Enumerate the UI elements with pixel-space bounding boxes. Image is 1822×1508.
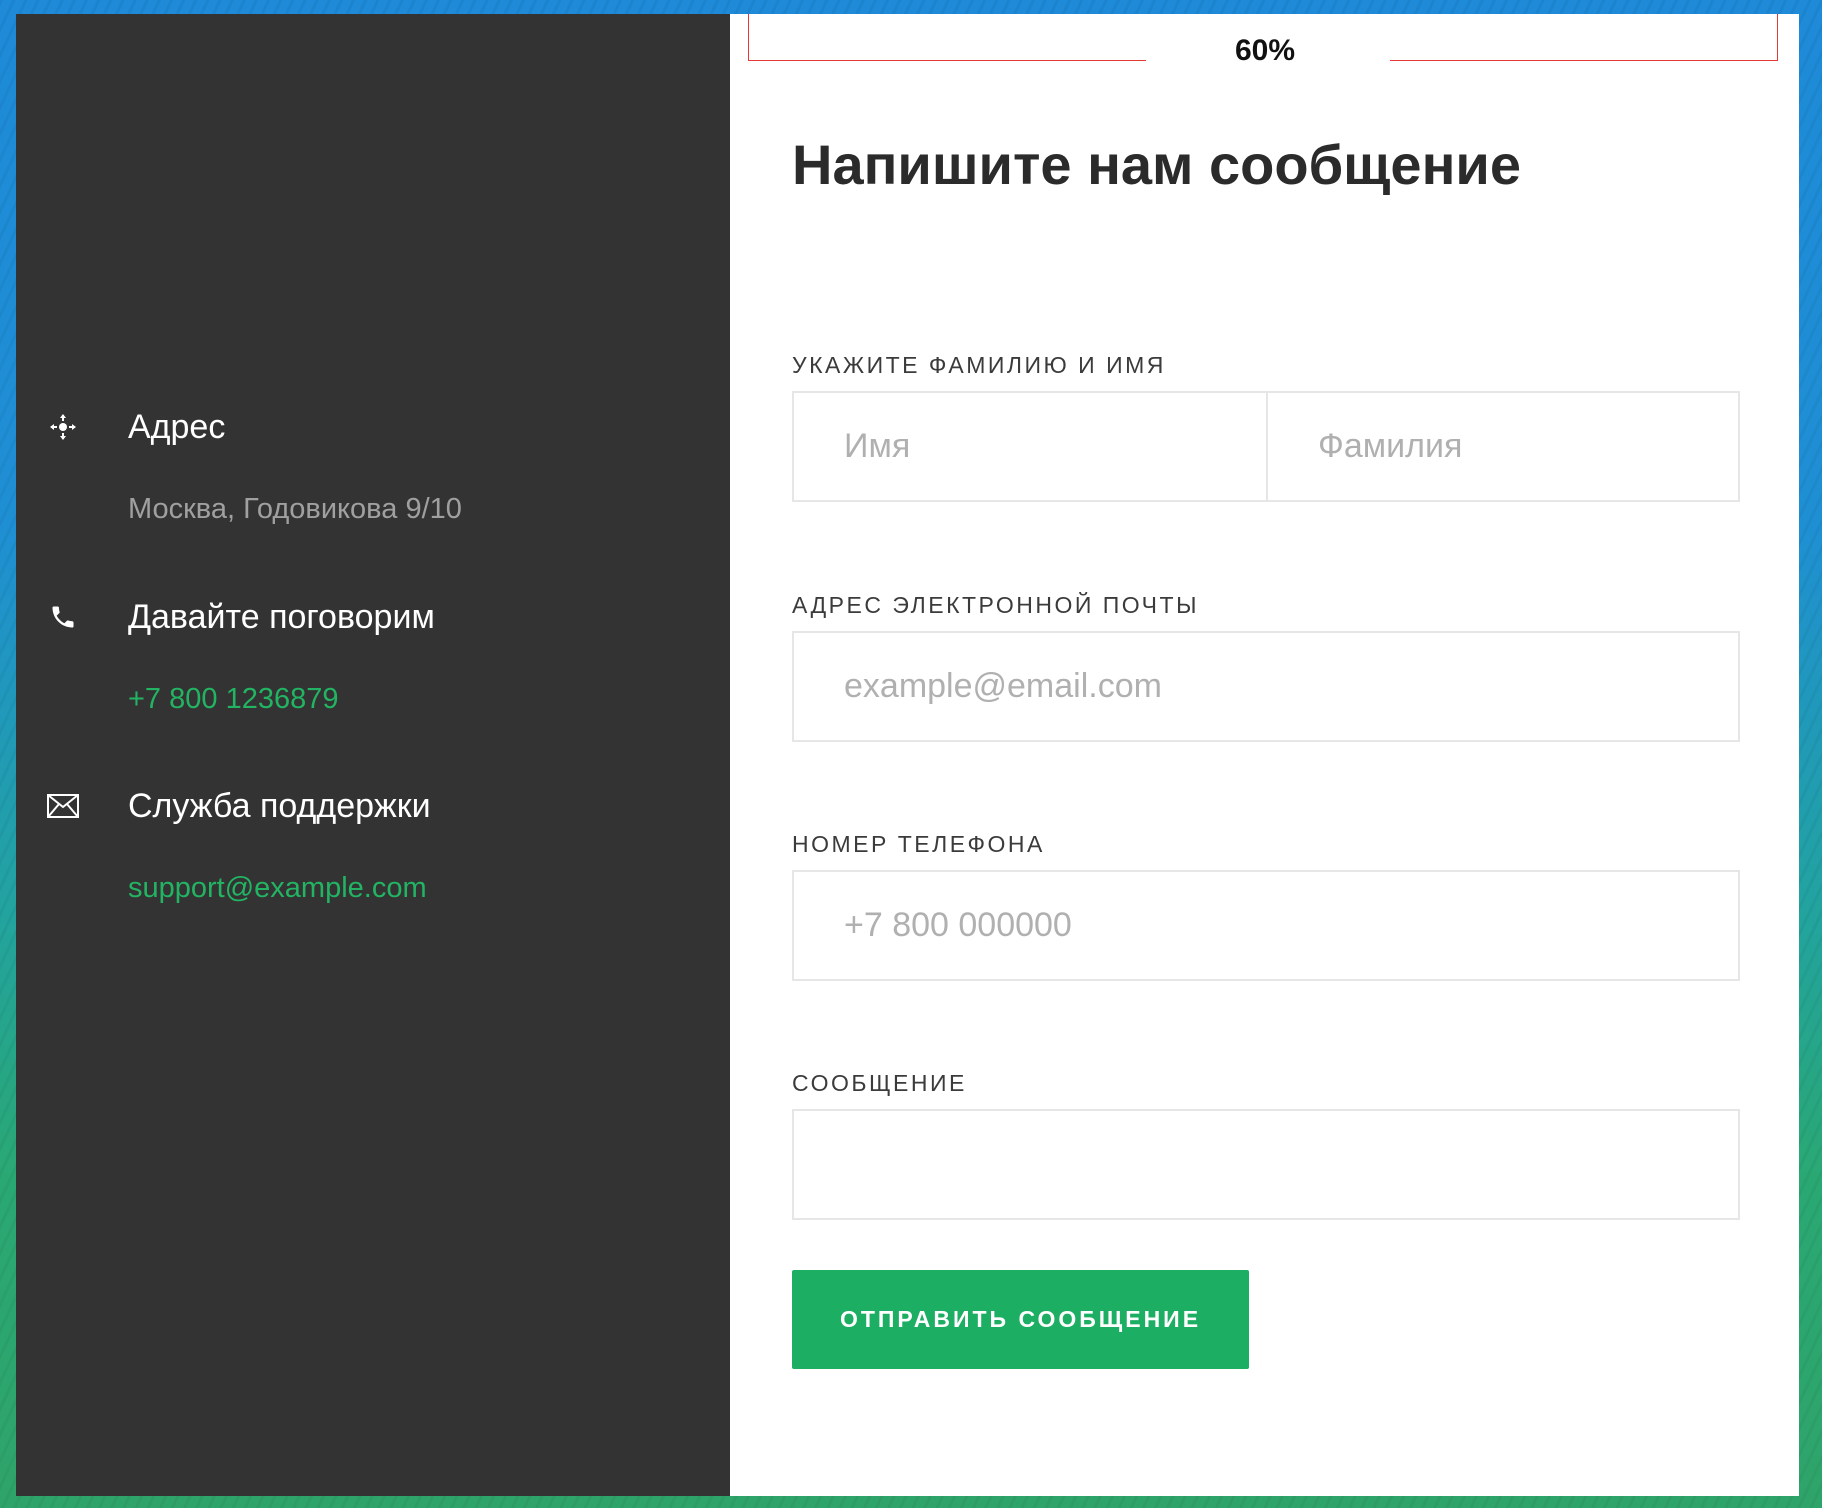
address-title: Адрес xyxy=(128,408,226,446)
email-label: АДРЕС ЭЛЕКТРОННОЙ ПОЧТЫ xyxy=(792,592,1199,618)
last-name-placeholder: Фамилия xyxy=(1318,427,1463,465)
progress-marker-right-line xyxy=(1390,60,1778,61)
progress-marker-right-tick xyxy=(1777,14,1778,61)
last-name-input[interactable]: Фамилия xyxy=(1266,393,1738,500)
phone-placeholder: +7 800 000000 xyxy=(844,906,1072,944)
form-heading: Напишите нам сообщение xyxy=(792,133,1521,196)
support-title: Служба поддержки xyxy=(128,787,431,825)
email-placeholder: example@email.com xyxy=(844,667,1162,705)
email-input[interactable]: example@email.com xyxy=(792,631,1740,742)
first-name-input[interactable]: Имя xyxy=(794,393,1266,500)
address-value: Москва, Годовикова 9/10 xyxy=(128,493,462,525)
name-label: УКАЖИТЕ ФАМИЛИЮ И ИМЯ xyxy=(792,352,1166,378)
progress-marker-left-line xyxy=(748,60,1146,61)
message-label: СООБЩЕНИЕ xyxy=(792,1070,967,1096)
name-field-group: Имя Фамилия xyxy=(792,391,1740,502)
progress-marker-left-tick xyxy=(748,14,749,61)
phone-title: Давайте поговорим xyxy=(128,598,435,636)
message-form-panel: 60% Напишите нам сообщение УКАЖИТЕ ФАМИЛ… xyxy=(730,14,1799,1496)
message-textarea[interactable] xyxy=(792,1109,1740,1220)
phone-input[interactable]: +7 800 000000 xyxy=(792,870,1740,981)
support-email-link[interactable]: support@example.com xyxy=(128,873,427,903)
phone-link[interactable]: +7 800 1236879 xyxy=(128,684,338,714)
contact-card: Адрес Москва, Годовикова 9/10 Давайте по… xyxy=(16,14,1799,1496)
phone-label: НОМЕР ТЕЛЕФОНА xyxy=(792,831,1045,857)
contact-sidebar: Адрес Москва, Годовикова 9/10 Давайте по… xyxy=(16,14,730,1496)
phone-icon xyxy=(46,600,80,634)
progress-label: 60% xyxy=(1234,34,1296,67)
crosshair-move-icon xyxy=(46,410,80,444)
envelope-icon xyxy=(46,789,80,823)
send-message-button[interactable]: ОТПРАВИТЬ СООБЩЕНИЕ xyxy=(792,1270,1249,1369)
first-name-placeholder: Имя xyxy=(844,427,911,465)
